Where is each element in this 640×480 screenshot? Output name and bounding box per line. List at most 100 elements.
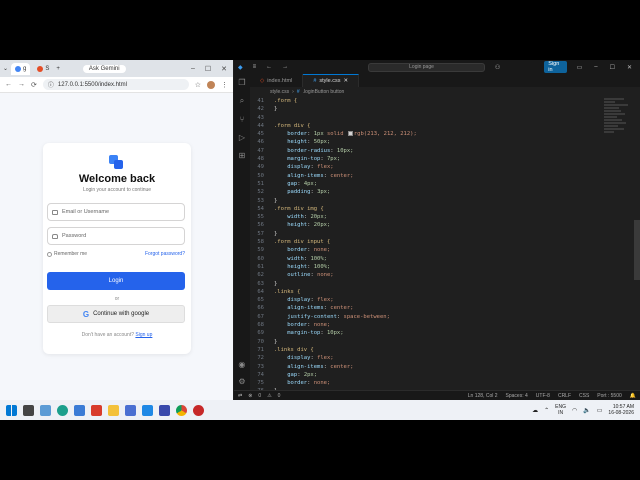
tab-search-icon[interactable]: ⌄ [3, 65, 8, 72]
code-line[interactable]: 56 height: 20px; [250, 221, 610, 229]
file-explorer-icon[interactable] [108, 404, 119, 416]
ask-gemini-button[interactable]: Ask Gemini [82, 64, 126, 73]
code-line[interactable]: 60 width: 100%; [250, 255, 610, 263]
sign-in-button[interactable]: Sign in [544, 61, 567, 73]
code-line[interactable]: 55 width: 20px; [250, 213, 610, 221]
code-line[interactable]: 44 .form div { [250, 122, 610, 130]
volume-icon[interactable]: 🔈 [583, 407, 590, 414]
weather-icon[interactable]: ☁ [532, 407, 538, 414]
code-line[interactable]: 45 border: 1px solid rgb(213, 212, 212); [250, 130, 610, 138]
code-line[interactable]: 63} [250, 280, 610, 288]
store-icon[interactable] [74, 404, 85, 416]
code-line[interactable]: 52 padding: 3px; [250, 188, 610, 196]
clock[interactable]: 10:57 AM 16-08-2026 [608, 404, 634, 416]
code-line[interactable]: 67 justify-content: space-between; [250, 313, 610, 321]
code-line[interactable]: 53} [250, 197, 610, 205]
tray-overflow-icon[interactable]: ⌃ [544, 407, 549, 414]
code-line[interactable]: 64 .links { [250, 288, 610, 296]
start-windows-icon[interactable] [6, 404, 17, 416]
mail-app-icon[interactable] [125, 404, 136, 416]
email-field[interactable]: Email or Username [47, 203, 185, 221]
battery-icon[interactable]: ▭ [597, 407, 603, 414]
menu-icon[interactable]: ⋮ [221, 81, 228, 89]
forgot-password-link[interactable]: Forgot password? [145, 251, 185, 257]
menu-icon[interactable]: ≡ [253, 64, 257, 70]
code-line[interactable]: 49 display: flex; [250, 163, 610, 171]
warning-count[interactable]: 0 [278, 393, 281, 399]
new-tab-button[interactable]: + [56, 66, 60, 72]
code-line[interactable]: 73 align-items: center; [250, 363, 610, 371]
widgets-icon[interactable] [40, 404, 51, 416]
breadcrumb-file[interactable]: style.css [270, 89, 289, 95]
settings-gear-icon[interactable]: ⚙ [238, 377, 245, 386]
close-icon[interactable]: ✕ [627, 64, 632, 71]
code-line[interactable]: 72 display: flex; [250, 354, 610, 362]
code-line[interactable]: 48 margin-top: 7px; [250, 155, 610, 163]
indentation[interactable]: Spaces: 4 [506, 393, 528, 399]
line-ending[interactable]: CRLF [558, 393, 571, 399]
live-server-port[interactable]: Port : 5500 [597, 393, 621, 399]
edge-icon[interactable] [57, 404, 68, 416]
layout-icon[interactable]: ▭ [577, 64, 583, 71]
remember-radio[interactable] [47, 251, 52, 257]
breadcrumb-selector[interactable]: .loginButton button [303, 89, 345, 95]
language-mode[interactable]: CSS [579, 393, 589, 399]
code-line[interactable]: 75 border: none; [250, 379, 610, 387]
code-line[interactable]: 65 display: flex; [250, 296, 610, 304]
signup-link[interactable]: Sign up [135, 332, 152, 338]
login-button[interactable]: Login [47, 272, 185, 290]
color-swatch-icon[interactable] [347, 131, 353, 137]
bookmark-star-icon[interactable]: ☆ [195, 81, 201, 89]
source-control-icon[interactable]: ⑂ [240, 115, 245, 124]
minimize-icon[interactable]: – [594, 64, 597, 71]
address-bar[interactable]: ⓘ 127.0.0.1:5500/index.html [42, 79, 189, 90]
code-line[interactable]: 47 border-radius: 10px; [250, 147, 610, 155]
code-line[interactable]: 62 outline: none; [250, 271, 610, 279]
google-login-button[interactable]: G Continue with google [47, 305, 185, 323]
profile-avatar-icon[interactable] [207, 80, 215, 89]
nav-forward-icon[interactable]: → [282, 64, 288, 70]
code-line[interactable]: 54 .form div img { [250, 205, 610, 213]
code-line[interactable]: 46 height: 50px; [250, 138, 610, 146]
browser-tab-1[interactable]: g [11, 62, 31, 75]
command-center-search[interactable]: Login page [368, 62, 485, 72]
code-line[interactable]: 51 gap: 4px; [250, 180, 610, 188]
tab-index-html[interactable]: ◇ index.html [250, 74, 304, 87]
site-info-icon[interactable]: ⓘ [48, 80, 54, 89]
notifications-bell-icon[interactable]: 🔔 [630, 393, 636, 399]
cursor-position[interactable]: Ln 128, Col 2 [468, 393, 498, 399]
code-line[interactable]: 74 gap: 2px; [250, 371, 610, 379]
remember-me[interactable]: Remember me [47, 251, 87, 257]
editor-scrollbar[interactable] [634, 220, 640, 280]
nav-back-icon[interactable]: ← [266, 64, 272, 70]
code-line[interactable]: 69 margin-top: 10px; [250, 329, 610, 337]
remote-icon[interactable]: ⇄ [238, 393, 242, 399]
chat-app-icon[interactable] [159, 404, 170, 416]
run-debug-icon[interactable]: ▷ [239, 133, 245, 142]
close-icon[interactable]: ✕ [221, 65, 227, 73]
code-line[interactable]: 43 [250, 114, 610, 122]
account-icon[interactable]: ◉ [238, 360, 245, 369]
reload-icon[interactable]: ⟳ [31, 81, 37, 89]
code-line[interactable]: 58 .form div input { [250, 238, 610, 246]
code-line[interactable]: 70} [250, 338, 610, 346]
search-icon[interactable]: ⌕ [240, 96, 244, 106]
chrome-taskbar-icon[interactable] [176, 404, 187, 416]
browser-tab-2[interactable]: S [33, 63, 53, 75]
forward-icon[interactable]: → [18, 81, 25, 88]
app-l-icon[interactable] [91, 404, 102, 416]
code-line[interactable]: 57} [250, 230, 610, 238]
task-view-icon[interactable] [23, 404, 34, 416]
tab-style-css[interactable]: # style.css ✕ [303, 74, 360, 87]
code-line[interactable]: 68 border: none; [250, 321, 610, 329]
password-field[interactable]: Password [47, 227, 185, 245]
close-tab-icon[interactable]: ✕ [343, 78, 348, 84]
code-line[interactable]: 50 align-items: center; [250, 172, 610, 180]
vscode-taskbar-icon[interactable] [142, 404, 153, 416]
maximize-icon[interactable]: ☐ [205, 65, 211, 73]
language-indicator[interactable]: ENG IN [555, 404, 566, 416]
minimize-icon[interactable]: – [191, 65, 195, 73]
wifi-icon[interactable]: ◠ [572, 407, 577, 414]
minimap[interactable] [604, 97, 632, 177]
code-line[interactable]: 66 align-items: center; [250, 304, 610, 312]
